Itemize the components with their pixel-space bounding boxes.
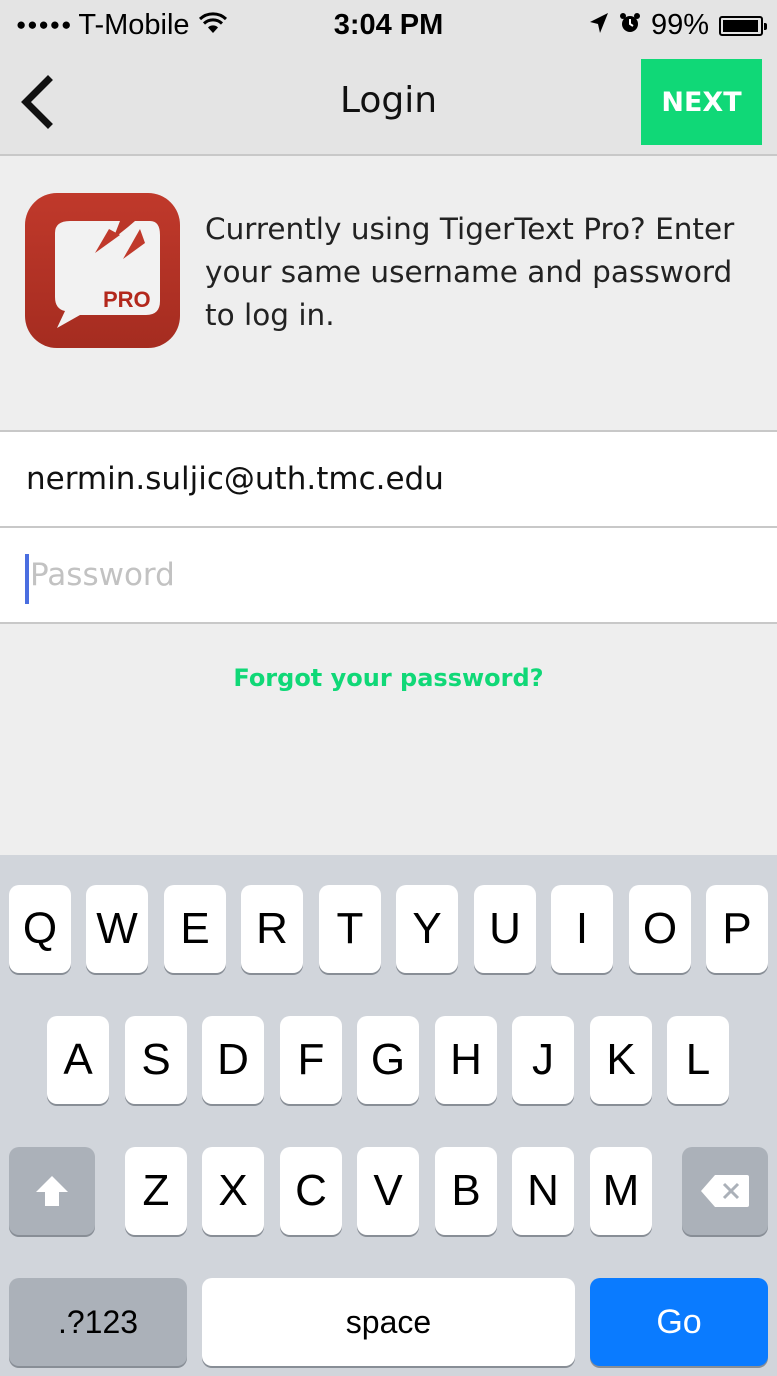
key-p[interactable]: P (706, 885, 768, 973)
key-l[interactable]: L (667, 1016, 729, 1104)
key-r[interactable]: R (241, 885, 303, 973)
key-h[interactable]: H (435, 1016, 497, 1104)
key-b[interactable]: B (435, 1147, 497, 1235)
navigation-bar: Login NEXT (0, 52, 777, 156)
password-field-container (0, 526, 777, 624)
key-i[interactable]: I (551, 885, 613, 973)
shift-arrow-icon (36, 1176, 68, 1206)
chevron-left-icon (21, 75, 53, 129)
key-u[interactable]: U (474, 885, 536, 973)
key-e[interactable]: E (164, 885, 226, 973)
key-c[interactable]: C (280, 1147, 342, 1235)
key-x[interactable]: X (202, 1147, 264, 1235)
status-right: 99% (579, 9, 767, 42)
key-q[interactable]: Q (9, 885, 71, 973)
key-m[interactable]: M (590, 1147, 652, 1235)
password-field[interactable] (30, 528, 760, 622)
key-w[interactable]: W (86, 885, 148, 973)
key-j[interactable]: J (512, 1016, 574, 1104)
status-bar: ●●●●● T-Mobile 3:04 PM 99% (0, 0, 777, 52)
alarm-clock-icon (619, 9, 641, 42)
key-t[interactable]: T (319, 885, 381, 973)
email-field[interactable] (26, 432, 756, 526)
battery-icon (719, 15, 767, 36)
key-y[interactable]: Y (396, 885, 458, 973)
tigertext-pro-app-icon: PRO (25, 193, 180, 348)
key-g[interactable]: G (357, 1016, 419, 1104)
location-arrow-icon (589, 9, 609, 42)
key-o[interactable]: O (629, 885, 691, 973)
info-message: Currently using TigerText Pro? Enter you… (205, 212, 735, 332)
text-cursor (25, 554, 29, 604)
delete-key[interactable] (682, 1147, 768, 1235)
signal-strength-icon: ●●●●● (16, 14, 73, 34)
carrier-name: T-Mobile (78, 9, 190, 41)
email-field-container (0, 430, 777, 526)
key-k[interactable]: K (590, 1016, 652, 1104)
key-z[interactable]: Z (125, 1147, 187, 1235)
wifi-icon (198, 9, 228, 42)
key-n[interactable]: N (512, 1147, 574, 1235)
keyboard: Q W E R T Y U I O P A S D F G H J K L Z … (0, 855, 777, 1376)
key-d[interactable]: D (202, 1016, 264, 1104)
status-left: ●●●●● T-Mobile (16, 9, 228, 42)
key-s[interactable]: S (125, 1016, 187, 1104)
next-button[interactable]: NEXT (641, 59, 762, 145)
go-key[interactable]: Go (590, 1278, 768, 1366)
battery-percent: 99% (650, 9, 709, 41)
numbers-key[interactable]: .?123 (9, 1278, 187, 1366)
shift-key[interactable] (9, 1147, 95, 1235)
space-key[interactable]: space (202, 1278, 575, 1366)
key-a[interactable]: A (47, 1016, 109, 1104)
key-f[interactable]: F (280, 1016, 342, 1104)
app-icon-badge: PRO (103, 287, 151, 312)
key-v[interactable]: V (357, 1147, 419, 1235)
back-button[interactable] (14, 74, 64, 130)
backspace-icon (701, 1175, 749, 1207)
forgot-password-link[interactable]: Forgot your password? (0, 664, 777, 692)
info-section: PRO Currently using TigerText Pro? Enter… (0, 156, 777, 430)
